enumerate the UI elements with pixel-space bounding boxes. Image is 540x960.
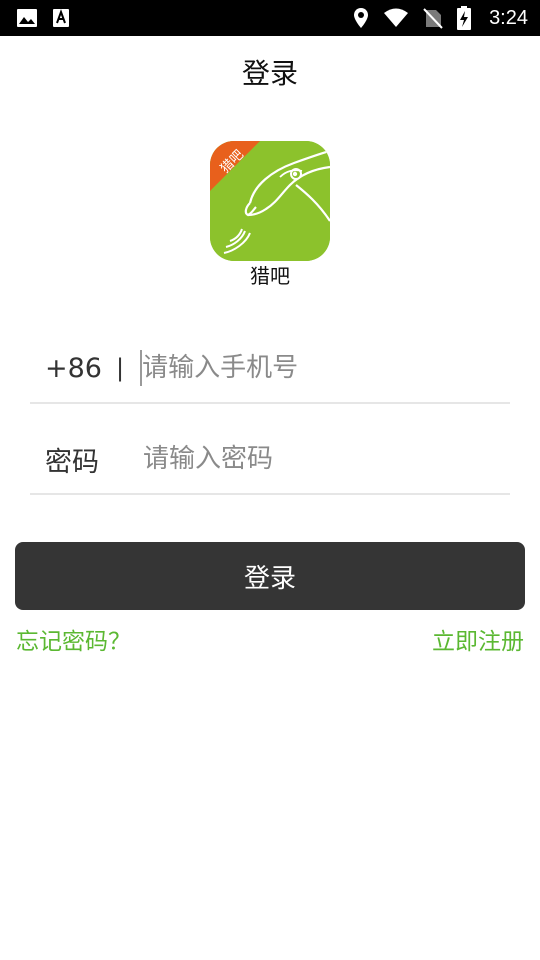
register-link[interactable]: 立即注册 (432, 626, 524, 658)
password-label: 密码 (45, 446, 99, 478)
login-button[interactable]: 登录 (15, 542, 525, 610)
wifi-icon (383, 8, 409, 28)
status-bar: 3:24 (0, 0, 540, 36)
status-time: 3:24 (489, 6, 528, 29)
location-icon (353, 7, 369, 29)
phone-input[interactable] (142, 346, 483, 390)
no-sim-icon (423, 7, 443, 29)
phone-row: +86 | (30, 334, 510, 404)
country-code[interactable]: +86 (45, 353, 102, 384)
status-left (16, 8, 70, 28)
image-icon (16, 8, 38, 28)
password-input[interactable] (143, 437, 483, 481)
password-row: 密码 (30, 425, 510, 495)
page-title: 登录 (241, 57, 298, 90)
status-right: 3:24 (353, 6, 528, 30)
app-logo: 猎吧 (210, 141, 330, 261)
app-name: 猎吧 (250, 264, 290, 288)
battery-charging-icon (457, 6, 472, 30)
forgot-password-link[interactable]: 忘记密码？ (16, 626, 131, 658)
text-notification-icon (52, 8, 70, 28)
country-code-separator: | (115, 354, 125, 382)
